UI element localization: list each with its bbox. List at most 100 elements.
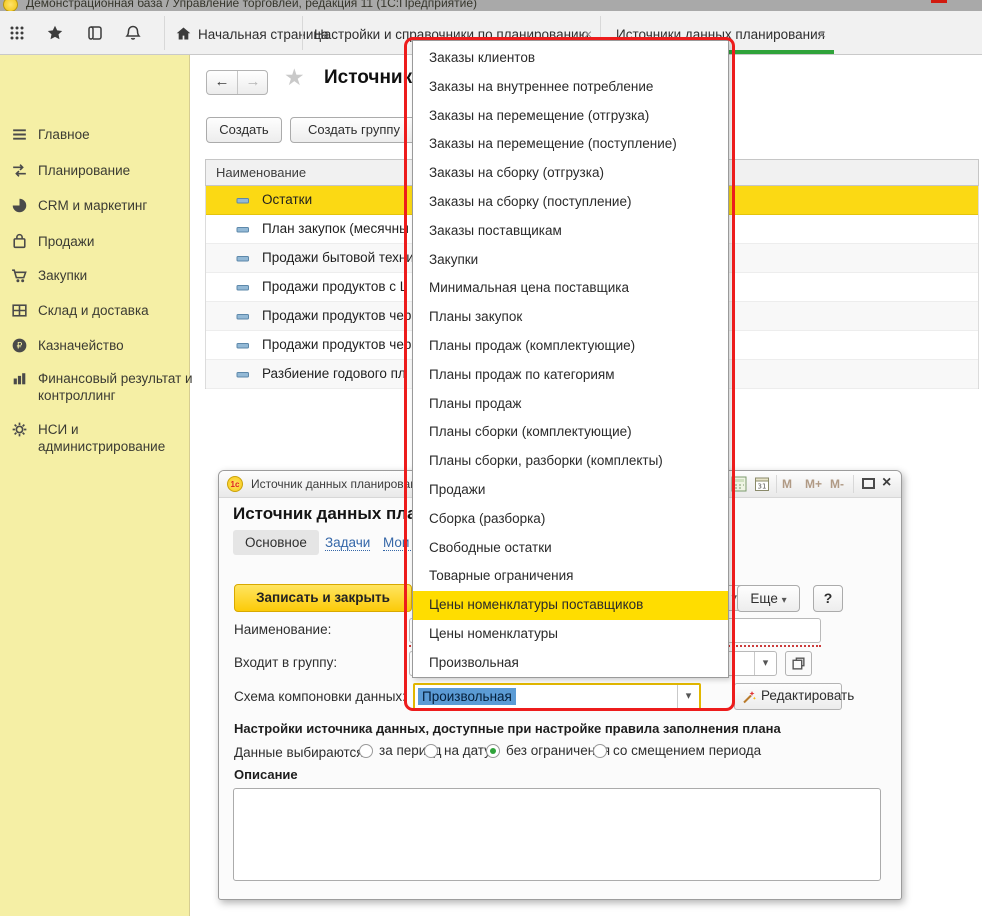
sidebar-item[interactable]: Планирование <box>0 161 190 181</box>
dropdown-item[interactable]: Заказы на перемещение (поступление) <box>413 130 728 159</box>
memory-button[interactable]: M- <box>830 477 844 491</box>
dropdown-item[interactable]: Цены номенклатуры <box>413 620 728 649</box>
dropdown-item[interactable]: Заказы на сборку (отгрузка) <box>413 159 728 188</box>
svg-text:31: 31 <box>758 483 767 491</box>
back-arrow-icon[interactable]: ← <box>207 71 238 94</box>
titlebar-divider <box>776 475 777 493</box>
sidebar-item[interactable]: Главное <box>0 125 190 145</box>
dropdown-item[interactable]: Планы продаж по категориям <box>413 361 728 390</box>
dropdown-item[interactable]: Планы сборки, разборки (комплекты) <box>413 447 728 476</box>
app-window: Демонстрационная база / Управление торго… <box>0 0 982 916</box>
dropdown-item[interactable]: Минимальная цена поставщика <box>413 274 728 303</box>
sidebar-item[interactable]: Финансовый результат и контроллинг <box>0 369 190 389</box>
favorites-star-icon[interactable] <box>46 24 64 42</box>
sidebar-item-label: НСИ и администрирование <box>38 421 196 455</box>
history-scroll-icon[interactable] <box>86 24 104 42</box>
save-and-close-button[interactable]: Записать и закрыть <box>234 584 412 612</box>
chevron-down-icon[interactable]: ▾ <box>677 685 699 708</box>
notifications-bell-icon[interactable] <box>124 24 142 42</box>
favorite-star-icon[interactable]: ★ <box>284 64 305 91</box>
sidebar-item-label: Склад и доставка <box>38 302 196 319</box>
table-row-label: Продажи продуктов с L <box>262 279 407 294</box>
crm-pie-icon <box>10 196 29 215</box>
tab-close-icon[interactable]: × <box>818 26 826 42</box>
item-dash-icon <box>236 342 250 350</box>
dropdown-item[interactable]: Цены номенклатуры поставщиков <box>413 591 728 620</box>
open-list-icon <box>791 656 806 671</box>
dropdown-item[interactable]: Продажи <box>413 476 728 505</box>
sidebar-item[interactable]: CRM и маркетинг <box>0 196 190 216</box>
description-textarea[interactable] <box>233 788 881 881</box>
sections-sidebar: Главное Планирование CRM и маркетинг Продаж… <box>0 55 190 916</box>
edit-schema-button[interactable]: Редактировать <box>734 683 842 710</box>
table-row-label: Продажи продуктов чер <box>262 308 411 323</box>
open-list-button[interactable] <box>785 651 812 676</box>
radio-dot-icon <box>486 744 500 758</box>
dropdown-item[interactable]: Планы продаж (комплектующие) <box>413 332 728 361</box>
dropdown-item[interactable]: Заказы на перемещение (отгрузка) <box>413 102 728 131</box>
table-row-label: Продажи бытовой техни <box>262 250 414 265</box>
radio-option[interactable]: со смещением периода <box>593 743 761 758</box>
app-menu-icon[interactable] <box>3 0 18 11</box>
purchases-cart-icon <box>10 266 29 285</box>
home-icon[interactable] <box>175 25 192 42</box>
dropdown-item[interactable]: Заказы клиентов <box>413 44 728 73</box>
radio-option[interactable]: на дату <box>424 743 491 758</box>
dialog-tab-tasks[interactable]: Задачи <box>325 535 370 551</box>
toolbar-divider <box>164 16 165 50</box>
svg-text:₽: ₽ <box>17 342 23 352</box>
dropdown-item[interactable]: Планы закупок <box>413 303 728 332</box>
schema-field-label: Схема компоновки данных: <box>234 689 406 704</box>
dropdown-item[interactable]: Планы сборки (комплектующие) <box>413 418 728 447</box>
dialog-tab-main[interactable]: Основное <box>233 530 319 555</box>
description-label: Описание <box>234 767 298 782</box>
radio-dot-icon <box>593 744 607 758</box>
sidebar-item[interactable]: Закупки <box>0 266 190 286</box>
group-field-label: Входит в группу: <box>234 655 337 670</box>
home-tab[interactable]: Начальная страница <box>198 26 329 44</box>
item-dash-icon <box>236 197 250 205</box>
magic-wand-icon <box>741 689 757 705</box>
item-dash-icon <box>236 313 250 321</box>
apps-grid-icon[interactable] <box>8 24 26 42</box>
calendar-icon[interactable]: 31 <box>754 476 770 492</box>
memory-button[interactable]: M <box>782 477 792 491</box>
maximize-icon[interactable] <box>862 478 875 489</box>
calculator-icon[interactable] <box>731 476 747 492</box>
dropdown-item[interactable]: Сборка (разборка) <box>413 505 728 534</box>
create-group-button[interactable]: Создать группу <box>290 117 418 143</box>
dropdown-item[interactable]: Товарные ограничения <box>413 562 728 591</box>
table-row-label: Разбиение годового пл <box>262 366 406 381</box>
help-button[interactable]: ? <box>813 585 843 612</box>
sales-bag-icon <box>10 232 29 251</box>
sidebar-item[interactable]: ₽Казначейство <box>0 336 190 356</box>
dropdown-item[interactable]: Заказы на сборку (поступление) <box>413 188 728 217</box>
radio-option[interactable]: без ограничения <box>486 743 610 758</box>
treasury-ruble-icon: ₽ <box>10 336 29 355</box>
close-icon[interactable]: × <box>882 474 891 492</box>
sidebar-item-label: CRM и маркетинг <box>38 197 196 214</box>
sidebar-item[interactable]: НСИ и администрирование <box>0 420 190 440</box>
more-button[interactable]: Еще ▾ <box>737 585 800 612</box>
window-close-icon[interactable] <box>931 0 947 3</box>
forward-arrow-icon[interactable]: → <box>238 71 268 94</box>
chevron-down-icon[interactable]: ▾ <box>754 652 776 675</box>
create-button[interactable]: Создать <box>206 117 282 143</box>
dropdown-item[interactable]: Заказы на внутреннее потребление <box>413 73 728 102</box>
table-row-label: План закупок (месячны <box>262 221 409 236</box>
dropdown-item[interactable]: Заказы поставщикам <box>413 217 728 246</box>
finance-bars-icon <box>10 369 29 388</box>
onec-logo-icon: 1с <box>227 476 243 492</box>
schema-selected-value: Произвольная <box>418 688 516 705</box>
sidebar-item[interactable]: Продажи <box>0 232 190 252</box>
sidebar-item-label: Закупки <box>38 267 196 284</box>
dropdown-item[interactable]: Закупки <box>413 246 728 275</box>
data-source-type-dropdown: Заказы клиентовЗаказы на внутреннее потр… <box>412 40 729 678</box>
dropdown-item[interactable]: Произвольная <box>413 649 728 678</box>
schema-combo-input[interactable]: Произвольная ▾ <box>413 683 701 710</box>
dropdown-item[interactable]: Планы продаж <box>413 390 728 419</box>
memory-button[interactable]: M+ <box>805 477 822 491</box>
radio-option-label: на дату <box>444 743 491 758</box>
sidebar-item[interactable]: Склад и доставка <box>0 301 190 321</box>
dropdown-item[interactable]: Свободные остатки <box>413 534 728 563</box>
